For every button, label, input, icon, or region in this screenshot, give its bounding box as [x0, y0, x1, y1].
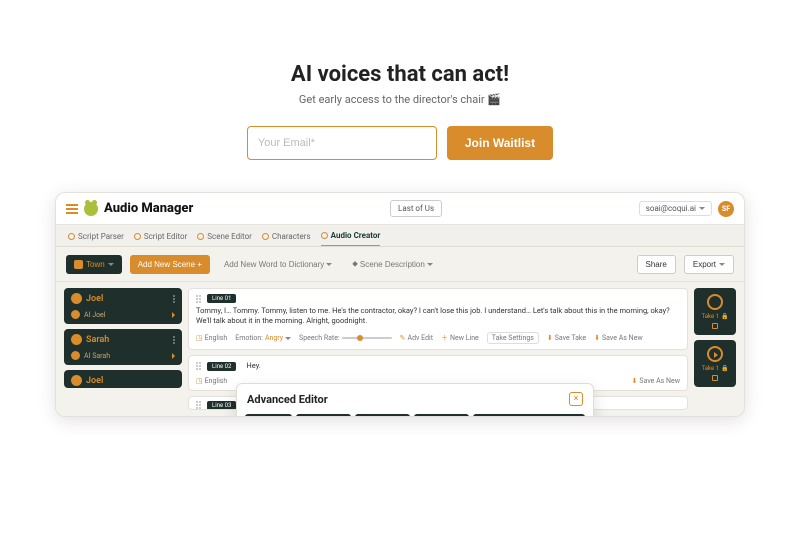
app-title: Audio Manager — [104, 201, 193, 216]
scene-description-button[interactable]: ⬥Scene Description — [346, 254, 439, 274]
avatar[interactable]: SF — [718, 201, 734, 217]
chevron-down-icon — [285, 337, 291, 340]
chevron-down-icon — [427, 263, 433, 266]
ai-icon — [71, 310, 80, 319]
tab-script-parser[interactable]: Script Parser — [68, 231, 124, 246]
take-card[interactable]: Take 1🔒 — [694, 288, 736, 335]
user-menu[interactable]: soai@coqui.ai — [639, 201, 712, 216]
drag-handle-icon[interactable] — [196, 362, 201, 370]
email-field[interactable] — [247, 126, 437, 160]
avatar-icon — [71, 375, 82, 386]
adv-edit-button[interactable]: ✎Adv Edit — [400, 334, 433, 342]
more-icon[interactable] — [173, 336, 175, 344]
line-text[interactable]: Tommy, I… Tommy. Tommy, listen to me. He… — [196, 306, 680, 326]
export-button[interactable]: Export — [684, 255, 734, 274]
circle-icon — [262, 233, 269, 240]
character-card[interactable]: Sarah AI Sarah — [64, 329, 182, 365]
chevron-down-icon — [326, 263, 332, 266]
chevron-down-icon — [719, 263, 725, 266]
ai-icon — [71, 351, 80, 360]
join-waitlist-button[interactable]: Join Waitlist — [447, 126, 553, 160]
project-chip[interactable]: Last of Us — [390, 200, 442, 217]
trash-icon[interactable] — [712, 323, 718, 329]
emotion-select[interactable]: Emotion: Angry — [235, 334, 291, 342]
language-select[interactable]: ◳English — [196, 377, 227, 385]
word-cell[interactable]: Bahan — [296, 414, 351, 417]
scene-select[interactable]: Town — [66, 255, 122, 274]
app-window: Audio Manager Last of Us soai@coqui.ai S… — [55, 192, 745, 417]
new-line-button[interactable]: ＋New Line — [441, 333, 479, 343]
character-card[interactable]: Joel AI Joel — [64, 288, 182, 324]
arrow-right-icon — [172, 312, 175, 318]
close-icon[interactable]: × — [569, 392, 583, 406]
chevron-down-icon — [699, 207, 705, 210]
lock-icon: 🔒 — [721, 313, 728, 320]
user-email-label: soai@coqui.ai — [646, 204, 696, 213]
tab-audio-creator[interactable]: Audio Creator — [321, 231, 381, 246]
logo-icon — [84, 202, 98, 216]
lock-icon: 🔒 — [721, 365, 728, 372]
tab-scene-editor[interactable]: Scene Editor — [197, 231, 252, 246]
arrow-right-icon — [172, 353, 175, 359]
word-cell[interactable]: daggers — [355, 414, 410, 417]
folder-icon — [74, 260, 83, 269]
language-select[interactable]: ◳English — [196, 334, 227, 342]
line-badge: Line 01 — [207, 294, 236, 303]
character-card[interactable]: Joel — [64, 370, 182, 388]
add-word-button[interactable]: Add New Word to Dictionary — [218, 255, 338, 274]
line-card: Line 01 Tommy, I… Tommy. Tommy, listen t… — [188, 288, 688, 350]
drag-handle-icon[interactable] — [196, 401, 201, 409]
chevron-down-icon — [108, 263, 114, 266]
circle-icon — [197, 233, 204, 240]
add-scene-button[interactable]: Add New Scene + — [130, 255, 210, 274]
circle-icon — [68, 233, 75, 240]
play-icon[interactable] — [707, 346, 723, 362]
record-icon[interactable] — [707, 294, 723, 310]
more-icon[interactable] — [173, 295, 175, 303]
avatar-icon — [71, 293, 82, 304]
save-as-new-button[interactable]: ⬇Save As New — [632, 377, 680, 385]
line-text[interactable]: Hey. — [246, 361, 260, 371]
line-badge: Line 03 — [207, 401, 236, 410]
word-cell[interactable]: brought — [414, 414, 469, 417]
circle-icon — [134, 233, 141, 240]
save-as-new-button[interactable]: ⬇Save As New — [594, 334, 642, 342]
tabs: Script Parser Script Editor Scene Editor… — [56, 225, 744, 247]
tab-script-editor[interactable]: Script Editor — [134, 231, 187, 246]
advanced-editor-modal: Advanced Editor × CUSTOMIZE PITCH AboutB… — [236, 383, 594, 417]
avatar-icon — [71, 334, 82, 345]
hero-title: AI voices that can act! — [0, 62, 800, 87]
word-cell[interactable]: vindication — [473, 414, 585, 417]
save-take-button[interactable]: ⬇Save Take — [547, 334, 586, 342]
hero-subtitle: Get early access to the director's chair… — [0, 93, 800, 106]
take-card[interactable]: Take 1🔒 — [694, 340, 736, 387]
speech-rate-slider[interactable]: Speech Rate: — [299, 334, 392, 342]
take-settings-button[interactable]: Take Settings — [487, 332, 539, 344]
advanced-editor-title: Advanced Editor — [247, 393, 569, 406]
line-badge: Line 02 — [207, 362, 236, 371]
drag-handle-icon[interactable] — [196, 295, 201, 303]
circle-icon — [321, 232, 328, 239]
tab-characters[interactable]: Characters — [262, 231, 311, 246]
word-cell[interactable]: About — [245, 414, 292, 417]
menu-icon[interactable] — [66, 204, 78, 214]
share-button[interactable]: Share — [637, 255, 676, 274]
trash-icon[interactable] — [712, 375, 718, 381]
